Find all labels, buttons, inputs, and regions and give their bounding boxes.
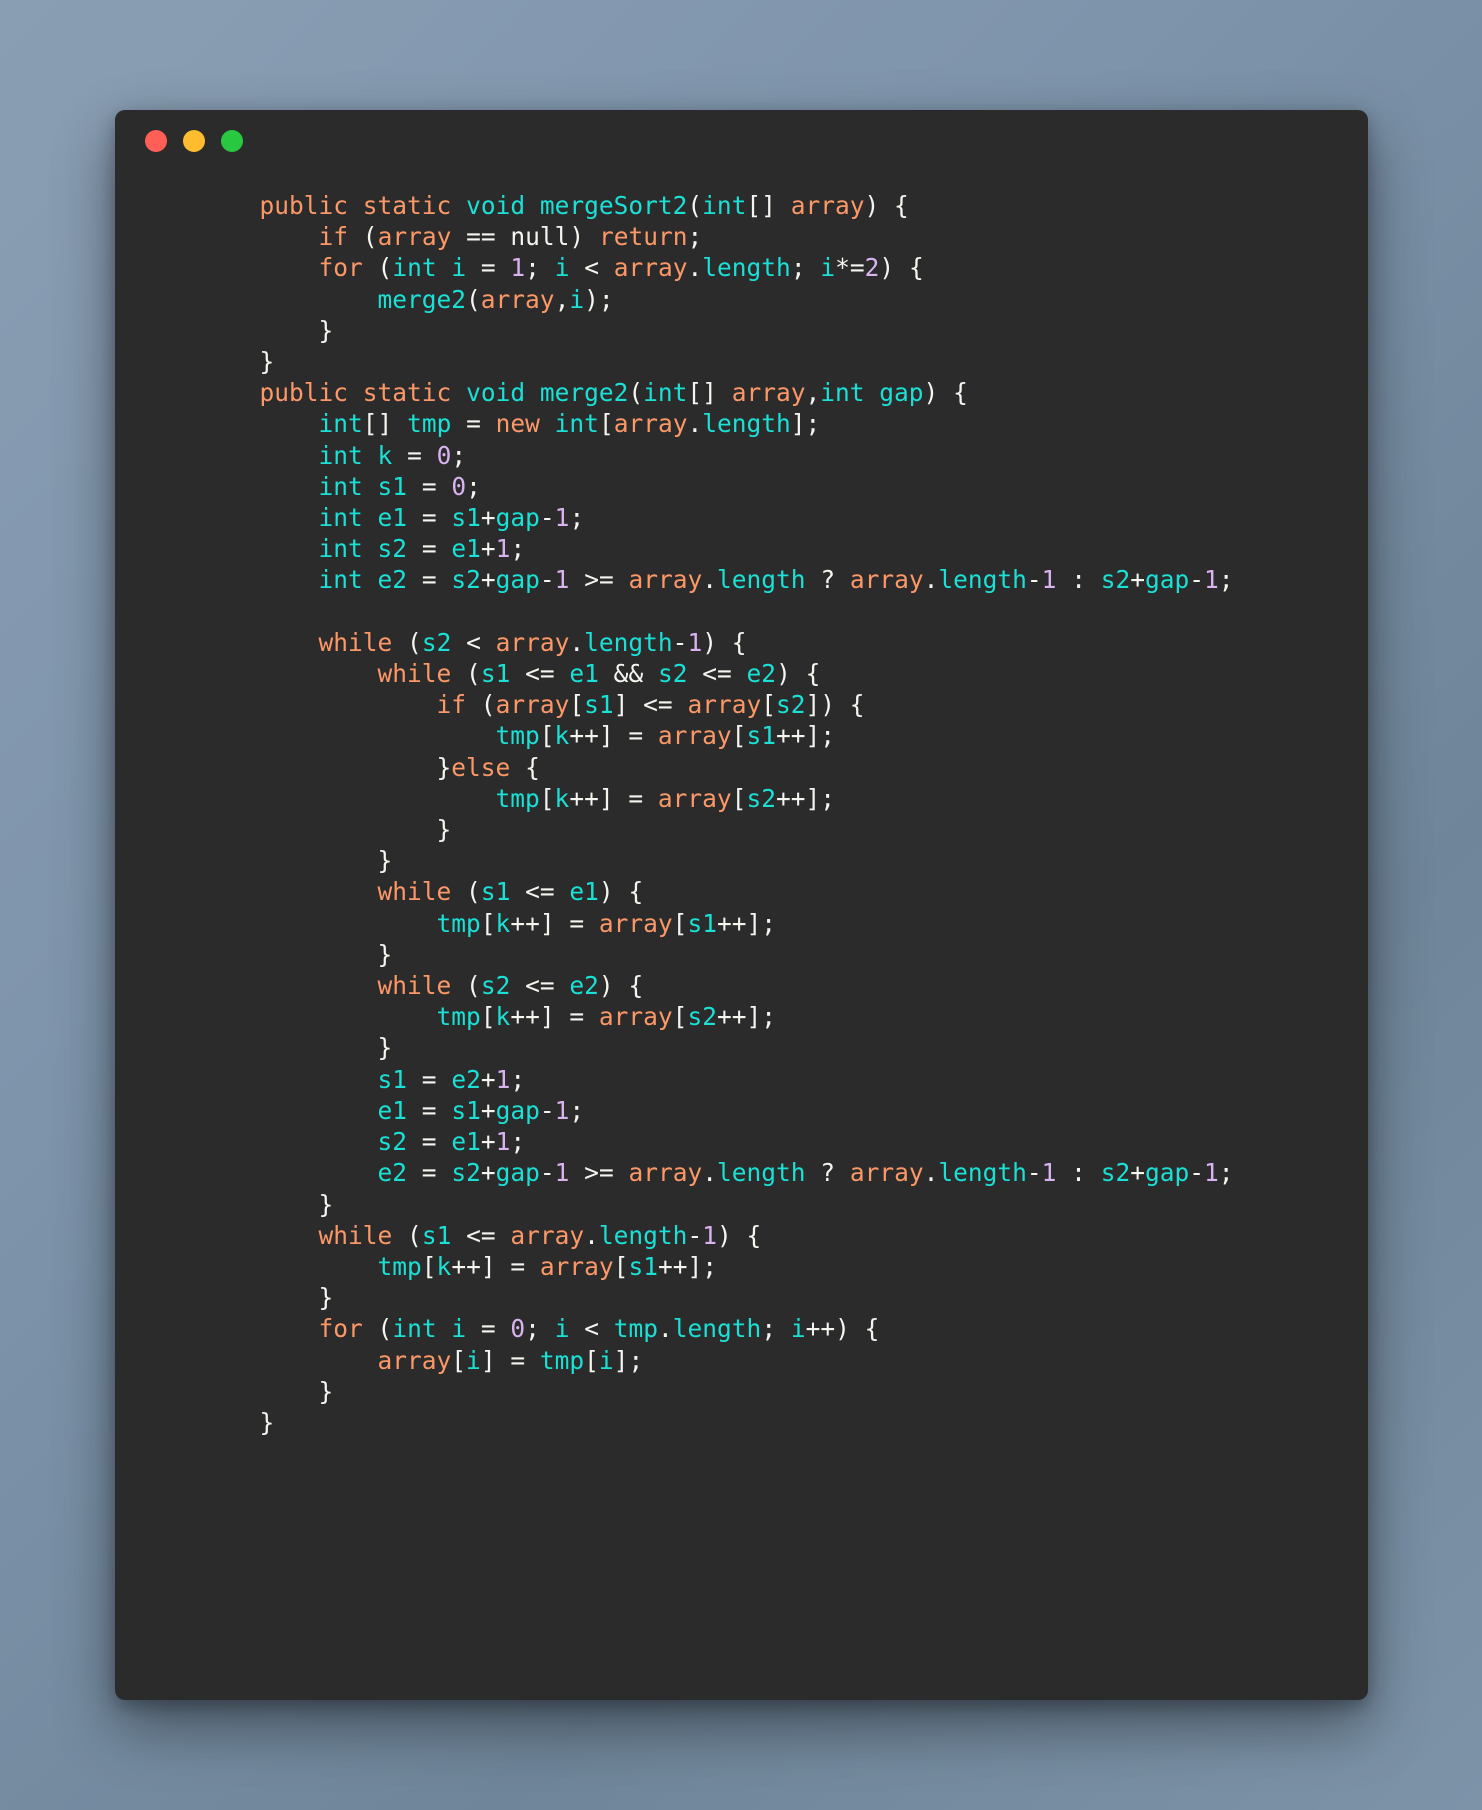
code-line: int e2 = s2+gap-1 >= array.length ? arra… (318, 565, 1234, 595)
code-line: } (377, 1033, 393, 1063)
code-window: public static void mergeSort2(int[] arra… (114, 110, 1368, 1700)
code-line: e2 = s2+gap-1 >= array.length ? array.le… (377, 1158, 1234, 1188)
window-title-bar (115, 110, 1368, 172)
code-line: while (s2 <= e2) { (377, 971, 644, 1001)
code-line: } (436, 815, 452, 845)
code-line: } (259, 347, 275, 377)
code-line: int s2 = e1+1; (318, 534, 526, 564)
code-line: for (int i = 1; i < array.length; i*=2) … (318, 253, 924, 283)
code-line: int s1 = 0; (318, 471, 481, 501)
code-line: }else { (436, 752, 540, 782)
code-line: s2 = e1+1; (377, 1127, 526, 1157)
code-line: public static void mergeSort2(int[] arra… (259, 191, 909, 220)
code-line: } (377, 846, 393, 876)
code-line: if (array[s1] <= array[s2]) { (436, 690, 865, 720)
code-line: e1 = s1+gap-1; (377, 1095, 585, 1125)
code-line: while (s2 < array.length-1) { (318, 627, 747, 657)
code-line: tmp[k++] = array[s2++]; (436, 1002, 777, 1032)
code-line: while (s1 <= e1 && s2 <= e2) { (377, 659, 821, 689)
minimize-button[interactable] (182, 130, 205, 152)
code-line: tmp[k++] = array[s1++]; (495, 721, 836, 751)
code-line: int[] tmp = new int[array.length]; (318, 409, 821, 439)
code-line: s1 = e2+1; (377, 1064, 526, 1094)
close-button[interactable] (144, 130, 167, 152)
code-line: } (318, 1189, 334, 1219)
code-line: } (318, 315, 334, 345)
code-line: array[i] = tmp[i]; (377, 1345, 644, 1375)
code-line: for (int i = 0; i < tmp.length; i++) { (318, 1314, 880, 1344)
maximize-button[interactable] (220, 130, 243, 152)
code-line: int e1 = s1+gap-1; (318, 503, 585, 533)
code-line: while (s1 <= array.length-1) { (318, 1220, 762, 1250)
code-line: if (array == null) return; (318, 222, 703, 252)
code-line: int k = 0; (318, 440, 467, 470)
code-line: public static void merge2(int[] array,in… (259, 378, 968, 408)
code-line: merge2(array,i); (377, 284, 614, 314)
code-line: while (s1 <= e1) { (377, 877, 644, 907)
code-block: public static void mergeSort2(int[] arra… (115, 172, 1368, 1438)
code-line: } (377, 939, 393, 969)
code-line: } (259, 1407, 275, 1437)
code-line: tmp[k++] = array[s1++]; (436, 908, 777, 938)
code-line: tmp[k++] = array[s1++]; (377, 1251, 718, 1281)
code-line: tmp[k++] = array[s2++]; (495, 783, 836, 813)
code-line: } (318, 1283, 334, 1313)
code-line: } (318, 1376, 334, 1406)
